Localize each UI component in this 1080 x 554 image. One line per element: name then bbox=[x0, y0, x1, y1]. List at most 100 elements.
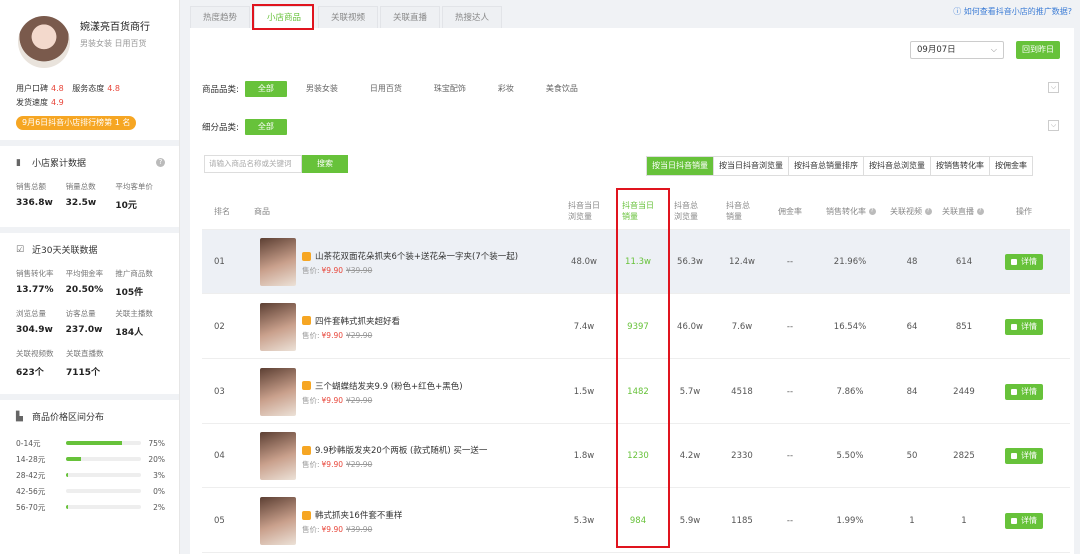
cell-conversion: 21.96% bbox=[833, 257, 867, 267]
kpi-promoted-products: 推广商品数 105件 bbox=[115, 269, 153, 298]
subcategory-filter: 细分品类: 全部 bbox=[202, 118, 293, 136]
category-chip-makeup[interactable]: 彩妆 bbox=[485, 81, 527, 97]
cell-day-views: 7.4w bbox=[573, 321, 595, 332]
category-chip-food[interactable]: 美食饮品 bbox=[533, 81, 591, 97]
cell-rank: 02 bbox=[214, 321, 225, 332]
bag-icon bbox=[1011, 259, 1017, 265]
kpi-linked-hosts: 关联主播数 184人 bbox=[115, 309, 153, 338]
th-total-sales: 抖音总 销量 bbox=[726, 201, 750, 221]
th-action: 操作 bbox=[1016, 207, 1032, 216]
product-title[interactable]: 9.9秒韩版发夹20个两板 (款式随机) 买一送一 bbox=[302, 444, 487, 456]
shop-icon bbox=[302, 381, 311, 391]
price-range-bar bbox=[66, 505, 141, 509]
sort-day-sales[interactable]: 按当日抖音销量 bbox=[647, 157, 713, 175]
cell-lives: 1 bbox=[961, 516, 967, 527]
kpi-linked-videos: 关联视频数 623个 bbox=[16, 349, 54, 378]
subcategory-chip-all[interactable]: 全部 bbox=[244, 119, 287, 135]
kpi-linked-lives: 关联直播数 7115个 bbox=[66, 349, 104, 378]
recent30-section: ☑ 近30天关联数据 销售转化率 13.77% 平均佣金率 20.50% 推广商品数 1… bbox=[0, 233, 179, 400]
sort-total-views[interactable]: 按抖音总浏览量 bbox=[863, 157, 930, 175]
help-icon[interactable]: ? bbox=[924, 208, 932, 215]
product-thumbnail[interactable] bbox=[260, 497, 296, 546]
category-chip-apparel[interactable]: 男装女装 bbox=[293, 81, 351, 97]
cell-videos: 48 bbox=[906, 257, 918, 267]
cell-videos: 84 bbox=[906, 386, 918, 397]
detail-button[interactable]: 详情 bbox=[1005, 383, 1043, 400]
th-conversion: 销售转化率 ? bbox=[826, 206, 876, 217]
product-price: 售价: ¥9.90 ¥29.90 bbox=[302, 330, 373, 340]
price-range-fill bbox=[66, 473, 69, 477]
product-price: 售价: ¥9.90 ¥29.90 bbox=[302, 395, 373, 405]
detail-button[interactable]: 详情 bbox=[1005, 513, 1043, 530]
expand-subcategories-icon[interactable]: ⌵ bbox=[1048, 120, 1059, 131]
product-thumbnail[interactable] bbox=[260, 432, 296, 481]
shop-avatar bbox=[18, 16, 70, 68]
price-range-pct: 20% bbox=[148, 454, 165, 464]
tab-linked-videos[interactable]: 关联视频 bbox=[318, 6, 379, 28]
price-range-pct: 0% bbox=[153, 486, 165, 496]
shop-icon bbox=[302, 316, 311, 326]
cell-rank: 04 bbox=[214, 451, 225, 462]
kpi-avg-order-price: 平均客单价 10元 bbox=[115, 182, 153, 211]
price-range-bar bbox=[66, 473, 141, 477]
detail-button[interactable]: 详情 bbox=[1005, 318, 1043, 335]
help-icon[interactable]: ? bbox=[976, 208, 984, 215]
product-title[interactable]: 三个蝴蝶结发夹9.9 (粉色+红色+黑色) bbox=[302, 380, 463, 392]
tab-hot-creators[interactable]: 热搜达人 bbox=[442, 6, 503, 28]
tab-trend[interactable]: 热度趋势 bbox=[190, 6, 251, 28]
cell-conversion: 1.99% bbox=[836, 516, 864, 527]
product-title[interactable]: 山茶花双面花朵抓夹6个装+送花朵一字夹(7个装一起) bbox=[302, 250, 518, 262]
bar-chart-icon: ▮ bbox=[16, 157, 21, 168]
bag-icon bbox=[1011, 453, 1017, 460]
price-range-fill bbox=[66, 441, 123, 445]
action-cell: 详情 bbox=[994, 489, 1054, 553]
cell-videos: 50 bbox=[906, 451, 918, 462]
th-videos: 关联视频 ? bbox=[890, 206, 932, 217]
cell-rank: 05 bbox=[214, 516, 225, 527]
detail-button[interactable]: 详情 bbox=[1005, 254, 1043, 270]
category-chip-daily[interactable]: 日用百货 bbox=[357, 81, 415, 97]
sort-button-group: 按当日抖音销量 按当日抖音浏览量 按抖音总销量排序 按抖音总浏览量 按销售转化率… bbox=[646, 156, 1033, 176]
price-range-bar bbox=[66, 457, 141, 461]
expand-categories-icon[interactable]: ⌵ bbox=[1048, 82, 1059, 93]
category-chip-jewelry[interactable]: 珠宝配饰 bbox=[421, 81, 479, 97]
sort-total-sales[interactable]: 按抖音总销量排序 bbox=[788, 157, 863, 175]
search-button[interactable]: 搜索 bbox=[302, 155, 348, 173]
th-total-views: 抖音总 浏览量 bbox=[674, 201, 698, 221]
price-range-fill bbox=[66, 505, 68, 509]
bag-icon bbox=[1011, 323, 1017, 330]
product-thumbnail[interactable] bbox=[260, 238, 296, 286]
product-title[interactable]: 韩式抓夹16件套不重样 bbox=[302, 509, 402, 521]
product-thumbnail[interactable] bbox=[260, 367, 296, 416]
kpi-total-sales-volume: 销量总数 32.5w bbox=[65, 182, 97, 208]
date-select[interactable]: 09月07日 ⌵ bbox=[910, 41, 1004, 59]
help-icon[interactable]: ? bbox=[868, 208, 876, 215]
kpi-total-views: 浏览总量 304.9w bbox=[16, 309, 53, 335]
rating-reputation: 用户口碑 4.8 bbox=[16, 84, 64, 93]
highlight-box-day-sales bbox=[616, 188, 670, 548]
cumulative-section: ▮ 小店累计数据? 销售总额 336.8w 销量总数 32.5w 平均客单价 10元 bbox=[0, 146, 179, 233]
search-input[interactable]: 请输入商品名称或关键词 bbox=[204, 155, 302, 173]
cell-total-sales: 2330 bbox=[731, 451, 753, 462]
recent30-title: 近30天关联数据 bbox=[32, 246, 98, 256]
product-title[interactable]: 四件套韩式抓夹超好看 bbox=[302, 315, 400, 327]
detail-button[interactable]: 详情 bbox=[1005, 448, 1043, 465]
cell-commission: -- bbox=[786, 257, 794, 267]
back-to-yesterday-button[interactable]: 回到昨日 bbox=[1016, 41, 1060, 59]
category-filter: 商品品类: 全部 男装女装 日用百货 珠宝配饰 彩妆 美食饮品 bbox=[202, 80, 597, 98]
sort-conversion[interactable]: 按销售转化率 bbox=[930, 157, 989, 175]
cell-lives: 2825 bbox=[953, 451, 975, 462]
category-chip-all[interactable]: 全部 bbox=[244, 81, 287, 97]
sort-day-views[interactable]: 按当日抖音浏览量 bbox=[713, 157, 788, 175]
product-price: 售价: ¥9.90 ¥29.90 bbox=[302, 460, 373, 470]
price-range-bar bbox=[66, 489, 141, 493]
help-link[interactable]: ⓘ 如何查看抖音小店的推广数据? bbox=[953, 6, 1072, 17]
cell-total-sales: 1185 bbox=[731, 516, 753, 527]
cell-day-views: 1.8w bbox=[573, 451, 595, 462]
sort-commission[interactable]: 按佣金率 bbox=[989, 157, 1032, 175]
help-icon[interactable]: ? bbox=[156, 158, 165, 167]
cell-rank: 03 bbox=[214, 386, 225, 397]
price-dist-section: ▙ 商品价格区间分布 0-14元 75% 14-28元 20% 28-42元 3% 42-56… bbox=[0, 400, 179, 521]
tab-linked-lives[interactable]: 关联直播 bbox=[380, 6, 441, 28]
product-thumbnail[interactable] bbox=[260, 302, 296, 351]
